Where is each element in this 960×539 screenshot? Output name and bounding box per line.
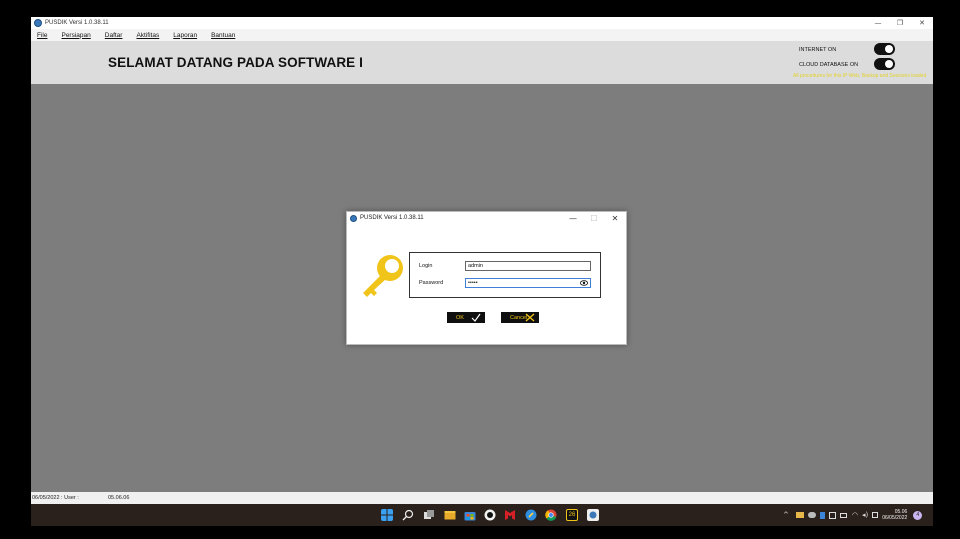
cloud-status-label: CLOUD DATABASE ON <box>799 62 859 68</box>
menu-aktifitas[interactable]: Aktifitas <box>136 32 159 39</box>
status-date-user: 06/05/2022 : User : <box>32 495 79 501</box>
tray-app-icon[interactable] <box>795 512 804 518</box>
header-banner: SELAMAT DATANG PADA SOFTWARE I INTERNET … <box>31 41 933 84</box>
checkmark-icon <box>471 313 481 322</box>
ok-button[interactable]: OK <box>447 312 485 323</box>
wifi-icon[interactable]: ◠ <box>852 511 858 519</box>
app-icon <box>34 19 42 27</box>
password-value: ••••• <box>468 280 478 286</box>
pusdik-app-icon[interactable] <box>587 509 599 521</box>
clock-date: 06/05/2022 <box>882 515 908 521</box>
menu-daftar[interactable]: Daftar <box>105 32 123 39</box>
cloud-icon[interactable] <box>807 512 816 518</box>
battery-icon[interactable] <box>839 512 847 518</box>
internet-status-label: INTERNET ON <box>799 47 837 53</box>
taskbar: 26 ^ ◠ ◂) 05.06 06/05/2022 4 <box>31 504 933 526</box>
dialog-titlebar: PUSDIK Versi 1.0.38.11 — ☐ ✕ <box>347 212 626 224</box>
toggle-knob <box>885 60 893 68</box>
restore-button[interactable]: ❐ <box>889 17 911 29</box>
app-title: PUSDIK Versi 1.0.38.11 <box>45 20 109 26</box>
windows-start-icon[interactable] <box>381 509 393 521</box>
menubar: File Persiapan Daftar Aktifitas Laporan … <box>31 29 933 41</box>
dialog-maximize-button: ☐ <box>590 213 598 223</box>
cancel-button[interactable]: Cancel <box>501 312 539 323</box>
cross-icon <box>525 313 535 322</box>
menu-bantuan[interactable]: Bantuan <box>211 32 235 39</box>
menu-file[interactable]: File <box>37 32 47 39</box>
screen: PUSDIK Versi 1.0.38.11 — ❐ ✕ File Persia… <box>0 0 960 539</box>
task-view-icon[interactable] <box>423 509 435 521</box>
volume-icon[interactable]: ◂) <box>862 511 868 519</box>
minimize-button[interactable]: — <box>867 17 889 29</box>
screen-tool-icon[interactable] <box>525 509 537 521</box>
menu-persiapan[interactable]: Persiapan <box>61 32 90 39</box>
mcafee-icon[interactable] <box>504 509 516 521</box>
toggle-knob <box>885 45 893 53</box>
notification-badge[interactable]: 4 <box>913 510 923 520</box>
file-explorer-icon[interactable] <box>444 509 456 521</box>
calendar-app-icon[interactable]: 26 <box>566 509 578 521</box>
chrome-icon[interactable] <box>545 509 557 521</box>
eye-icon[interactable] <box>580 280 588 286</box>
system-tray: ^ ◠ ◂) 05.06 06/05/2022 4 <box>783 504 923 526</box>
login-dialog: PUSDIK Versi 1.0.38.11 — ☐ ✕ Login admin… <box>346 211 627 345</box>
tray-overflow-chevron-icon[interactable]: ^ <box>783 511 789 519</box>
dialog-title: PUSDIK Versi 1.0.38.11 <box>360 215 424 221</box>
menu-laporan[interactable]: Laporan <box>173 32 197 39</box>
bluetooth-icon[interactable] <box>819 511 825 519</box>
dialog-close-button[interactable]: ✕ <box>605 212 625 224</box>
status-note: All procedures for this IP Web, Backup a… <box>793 73 927 79</box>
github-icon[interactable] <box>484 509 496 521</box>
app-icon <box>350 214 357 222</box>
statusbar: 06/05/2022 : User : 05.06.06 <box>31 492 933 504</box>
ok-button-label: OK <box>456 314 464 321</box>
login-input[interactable]: admin <box>465 261 591 271</box>
dialog-minimize-button[interactable]: — <box>563 212 583 224</box>
password-label: Password <box>419 280 444 286</box>
password-input[interactable]: ••••• <box>465 278 591 288</box>
login-label: Login <box>419 263 433 269</box>
close-button[interactable]: ✕ <box>911 17 933 29</box>
keyboard-language-icon[interactable] <box>872 512 879 518</box>
status-time: 05.06.06 <box>108 495 130 501</box>
search-icon[interactable] <box>402 509 414 521</box>
clock[interactable]: 05.06 06/05/2022 <box>882 509 907 522</box>
cloud-database-toggle[interactable] <box>874 58 895 70</box>
security-icon[interactable] <box>828 511 836 519</box>
key-icon <box>363 255 403 297</box>
store-icon[interactable] <box>464 509 476 521</box>
login-form-box: Login admin Password ••••• <box>409 252 601 298</box>
internet-toggle[interactable] <box>874 43 895 55</box>
welcome-title: SELAMAT DATANG PADA SOFTWARE I <box>108 55 363 70</box>
app-titlebar: PUSDIK Versi 1.0.38.11 — ❐ ✕ <box>31 17 933 29</box>
